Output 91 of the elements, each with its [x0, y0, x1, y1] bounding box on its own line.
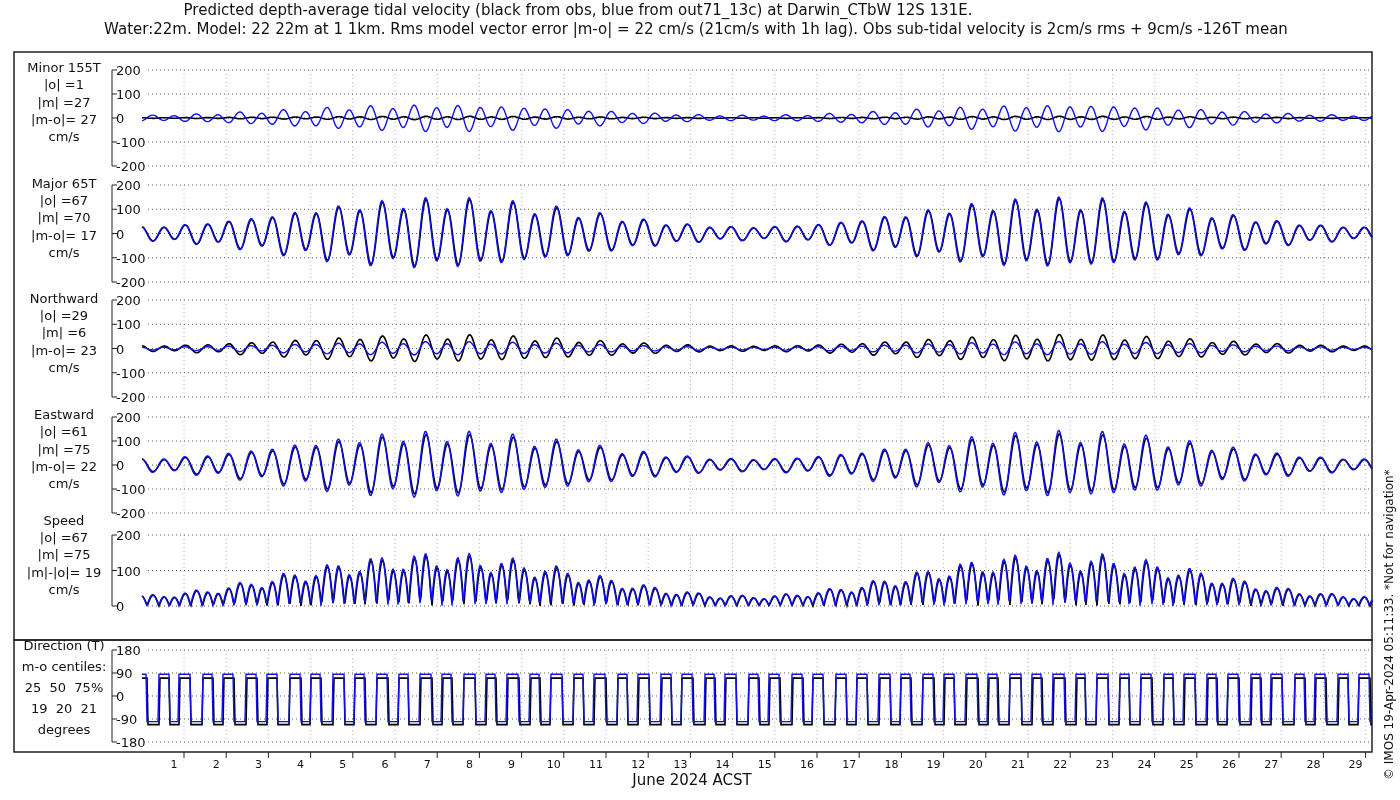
panel-label: Direction (T)	[23, 638, 105, 653]
panel-label: |m| =75	[37, 441, 91, 457]
credit-text: © IMOS 19-Apr-2024 05:11:33. *Not for navigation*	[1382, 469, 1396, 780]
panel-label: |o| =61	[39, 424, 89, 440]
y-tick-label: 100	[116, 87, 141, 102]
panel-label: degrees	[37, 721, 91, 737]
panel-label: |m| =27	[37, 94, 91, 110]
x-tick-label: 9	[508, 758, 516, 771]
panel-label: |o| =29	[39, 307, 89, 323]
panel-label: |m-o|= 23	[31, 342, 97, 358]
y-tick-label: -90	[116, 712, 138, 727]
y-tick-label: -200	[116, 506, 146, 521]
panel-label: Minor 155T	[27, 60, 101, 75]
panel-label: |m-o|= 27	[31, 112, 97, 127]
x-tick-label: 23	[1095, 758, 1110, 771]
x-tick-label: 29	[1348, 758, 1363, 771]
y-tick-label: -200	[116, 275, 146, 290]
x-tick-label: 10	[546, 758, 561, 771]
y-tick-label: 100	[116, 317, 141, 333]
panel-label: |o| =67	[39, 192, 89, 208]
y-tick-label: -100	[116, 365, 146, 381]
y-tick-label: 200	[116, 63, 141, 78]
panel-label: |m| =6	[41, 325, 87, 341]
panel-label: cm/s	[48, 359, 80, 375]
y-tick-label: 200	[116, 293, 141, 308]
y-tick-label: 0	[116, 111, 125, 126]
panel-label: |m|-|o|= 19	[26, 564, 102, 580]
panel-label: cm/s	[48, 129, 80, 145]
panel-label: Major 65T	[31, 175, 97, 191]
y-tick-label: 100	[116, 202, 141, 218]
x-tick-label: 13	[673, 758, 688, 771]
panel-label: |m| =75	[37, 547, 91, 563]
panel-label: |o| =67	[39, 529, 89, 545]
y-tick-label: 200	[116, 410, 141, 425]
x-tick-label: 22	[1053, 758, 1068, 771]
y-tick-label: -200	[116, 159, 146, 174]
x-tick-label: 28	[1306, 758, 1321, 771]
y-tick-label: 90	[116, 666, 133, 681]
y-tick-label: -100	[116, 135, 146, 150]
y-tick-label: 0	[116, 226, 125, 242]
y-tick-label: 0	[116, 458, 125, 473]
y-tick-label: 100	[116, 563, 141, 579]
y-tick-label: 100	[116, 434, 141, 449]
x-tick-label: 7	[423, 758, 431, 771]
x-tick-label: 27	[1264, 758, 1279, 771]
y-tick-label: 200	[116, 528, 141, 543]
x-tick-label: 25	[1179, 758, 1194, 771]
panel-label: |m-o|= 17	[31, 227, 97, 243]
x-tick-label: 26	[1222, 758, 1236, 771]
x-tick-label: 16	[800, 758, 814, 771]
panel-label: |m| =70	[37, 210, 91, 226]
y-tick-label: -200	[116, 390, 146, 405]
chart-title: Water:22m. Model: 22 22m at 1 1km. Rms model vector error |m-o| = 22 cm/s (21cm/s with 1h lag). Obs sub-tidal velocity is 2cm/s rms + 9cm/s -126T mean	[104, 20, 1288, 38]
chart-title: Predicted depth-average tidal velocity (black from obs, blue from out71_13c) at Darwin_CTbW 12S 131E.	[183, 1, 973, 19]
y-tick-label: 0	[116, 599, 125, 614]
x-tick-label: 6	[381, 758, 389, 771]
panel-label: cm/s	[48, 244, 80, 260]
panel-label: Eastward	[34, 407, 94, 422]
x-tick-label: 8	[465, 758, 473, 771]
y-tick-label: -100	[116, 250, 146, 266]
panel-label: Northward	[29, 290, 99, 306]
x-tick-label: 12	[631, 758, 646, 771]
x-tick-label: 2	[212, 758, 220, 771]
y-tick-label: 0	[116, 341, 125, 357]
x-tick-label: 3	[254, 758, 262, 771]
y-tick-label: -180	[116, 735, 146, 750]
x-tick-label: 1	[170, 758, 178, 771]
x-tick-label: 4	[297, 758, 305, 771]
y-tick-label: 0	[116, 689, 125, 704]
x-tick-label: 14	[715, 758, 730, 771]
panel-label: |m-o|= 22	[31, 459, 97, 474]
y-tick-label: 180	[116, 643, 141, 658]
panel-label: |o| =1	[44, 77, 84, 93]
panel-label: cm/s	[48, 581, 80, 597]
x-tick-label: 24	[1137, 758, 1152, 771]
panel-label: 19 20 21	[30, 700, 98, 716]
x-tick-label: 17	[842, 758, 857, 771]
panel-label: m-o centiles:	[21, 658, 107, 674]
x-tick-label: 18	[884, 758, 899, 771]
x-tick-label: 21	[1011, 758, 1025, 771]
x-tick-label: 20	[968, 758, 983, 771]
panel-label: 25 50 75%	[24, 679, 104, 695]
x-axis-label: June 2024 ACST	[632, 771, 752, 789]
y-tick-label: 200	[116, 178, 141, 193]
x-tick-label: 15	[757, 758, 772, 771]
panel-label: cm/s	[48, 476, 80, 492]
x-tick-label: 19	[926, 758, 941, 771]
x-tick-label: 11	[589, 758, 603, 771]
y-tick-label: -100	[116, 482, 146, 497]
panel-label: Speed	[43, 512, 85, 528]
x-tick-label: 5	[339, 758, 347, 771]
